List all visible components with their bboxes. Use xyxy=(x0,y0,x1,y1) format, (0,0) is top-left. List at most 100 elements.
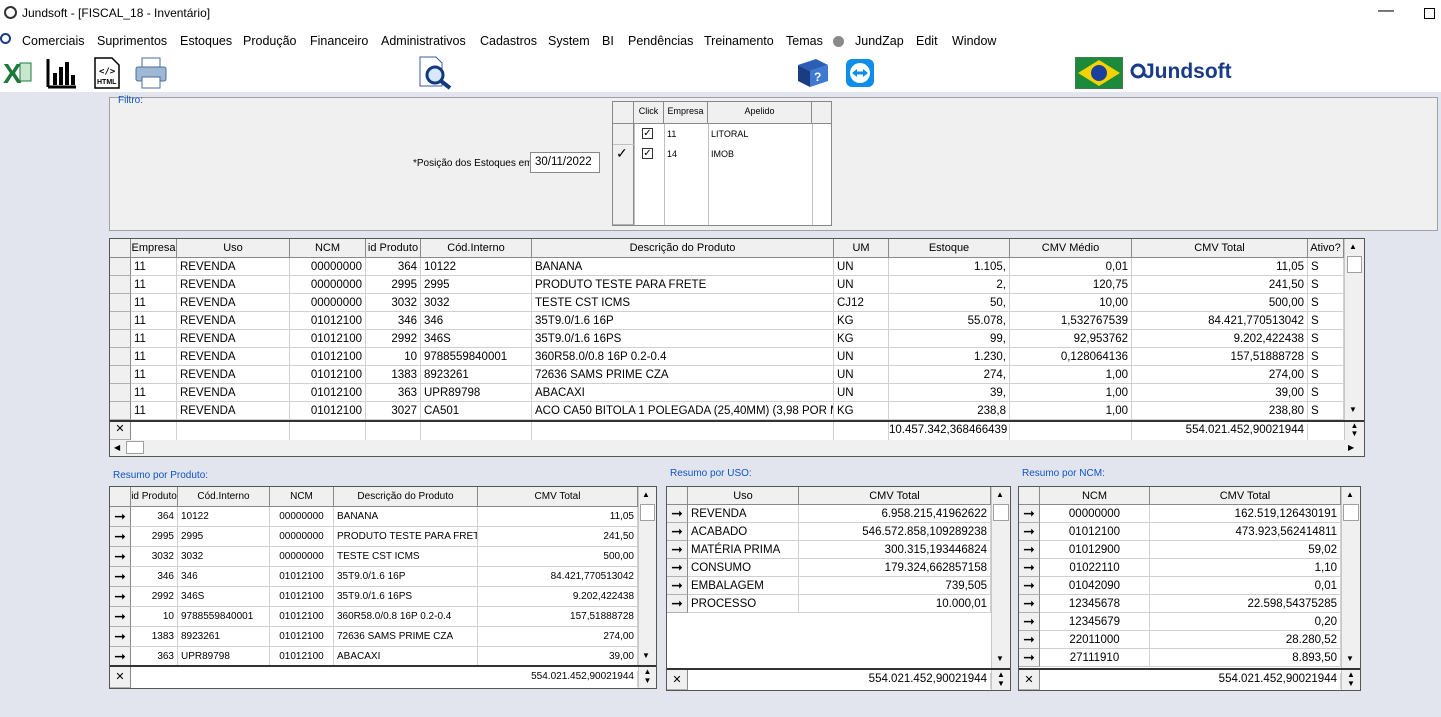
col-apelido[interactable]: Apelido xyxy=(708,102,812,124)
row-indicator[interactable] xyxy=(110,348,131,366)
table-row[interactable]: ➞ 364 10122 00000000 BANANA 11,05 xyxy=(110,507,638,527)
row-arrow-icon[interactable]: ➞ xyxy=(110,647,131,667)
row-indicator[interactable] xyxy=(110,402,131,420)
table-row[interactable]: ➞ 10 9788559840001 01012100 360R58.0/0.8 16P… xyxy=(110,607,638,627)
scroll-down-icon[interactable]: ▼ xyxy=(642,651,650,660)
scroll-up-icon[interactable]: ▲ xyxy=(1346,490,1354,499)
menu-cadastros[interactable]: Cadastros xyxy=(480,34,537,48)
footer-close-icon[interactable]: ✕ xyxy=(667,670,688,690)
col-id-produto[interactable]: id Produto xyxy=(131,487,178,507)
vertical-scrollbar[interactable]: ▲ ▼ xyxy=(991,487,1010,668)
row-arrow-icon[interactable]: ➞ xyxy=(1019,559,1040,577)
table-row[interactable]: ➞ EMBALAGEM 739,505 xyxy=(667,577,991,595)
scroll-left-icon[interactable]: ◀ xyxy=(114,443,120,452)
company-row[interactable]: ✓ 11 LITORAL xyxy=(635,124,812,144)
scroll-up-icon[interactable]: ▲ xyxy=(996,490,1004,499)
row-arrow-icon[interactable]: ➞ xyxy=(1019,541,1040,559)
col-ativo[interactable]: Ativo? xyxy=(1308,239,1344,258)
row-indicator[interactable] xyxy=(110,384,131,402)
html-export-icon[interactable]: </> HTML xyxy=(94,57,120,89)
row-arrow-icon[interactable]: ➞ xyxy=(1019,523,1040,541)
row-arrow-icon[interactable]: ➞ xyxy=(110,627,131,647)
table-row[interactable]: ➞ 00000000 162.519,126430191 xyxy=(1019,505,1341,523)
company-row[interactable]: ✓ 14 IMOB xyxy=(635,144,812,164)
col-cmv-medio[interactable]: CMV Médio xyxy=(1010,239,1132,258)
footer-close-icon[interactable]: ✕ xyxy=(110,667,131,688)
help-book-icon[interactable]: ? xyxy=(796,57,830,89)
maximize-button[interactable] xyxy=(1424,8,1435,19)
row-arrow-icon[interactable]: ➞ xyxy=(110,567,131,587)
scroll-thumb[interactable] xyxy=(1347,256,1362,273)
col-uso[interactable]: Uso xyxy=(177,239,290,258)
menu-producao[interactable]: Produção xyxy=(243,34,297,48)
row-arrow-icon[interactable]: ➞ xyxy=(110,527,131,547)
table-row[interactable]: ➞ MATÉRIA PRIMA 300.315,193446824 xyxy=(667,541,991,559)
menu-treinamento[interactable]: Treinamento xyxy=(704,34,774,48)
table-row[interactable]: ➞ 1383 8923261 01012100 72636 SAMS PRIME CZA… xyxy=(110,627,638,647)
row-arrow-icon[interactable]: ➞ xyxy=(110,587,131,607)
table-row[interactable]: ➞ 363 UPR89798 01012100 ABACAXI 39,00 xyxy=(110,647,638,667)
scroll-up-icon[interactable]: ▲ xyxy=(642,490,650,499)
vertical-scrollbar[interactable]: ▲ ▼ xyxy=(1344,239,1364,420)
menu-window[interactable]: Window xyxy=(952,34,996,48)
row-indicator[interactable] xyxy=(110,294,131,312)
row-arrow-icon[interactable]: ➞ xyxy=(110,507,131,527)
table-row[interactable]: ➞ PROCESSO 10.000,01 xyxy=(667,595,991,613)
row-arrow-icon[interactable]: ➞ xyxy=(1019,613,1040,631)
horizontal-scrollbar[interactable]: ◀ ▶ xyxy=(110,440,1364,456)
table-row[interactable]: ➞ 346 346 01012100 35T9.0/1.6 16P 84.421,7705… xyxy=(110,567,638,587)
chart-icon[interactable] xyxy=(45,57,77,89)
col-cod-interno[interactable]: Cód.Interno xyxy=(421,239,532,258)
menu-comerciais[interactable]: Comerciais xyxy=(22,34,85,48)
table-row[interactable]: ➞ ACABADO 546.572.858,109289238 xyxy=(667,523,991,541)
table-row[interactable]: ➞ 01022110 1,10 xyxy=(1019,559,1341,577)
table-row[interactable]: ➞ 01012900 59,02 xyxy=(1019,541,1341,559)
col-estoque[interactable]: Estoque xyxy=(889,239,1010,258)
table-row[interactable]: ➞ 12345678 22.598,54375285 xyxy=(1019,595,1341,613)
row-indicator[interactable] xyxy=(110,258,131,276)
col-ncm[interactable]: NCM xyxy=(270,487,334,507)
col-click[interactable]: Click xyxy=(634,102,664,124)
table-row[interactable]: ➞ REVENDA 6.958.215,41962622 xyxy=(667,505,991,523)
scroll-thumb[interactable] xyxy=(1343,504,1359,521)
table-row[interactable]: 11 REVENDA 01012100 2992 346S 35T9.0/1.6 16PS… xyxy=(110,330,1344,348)
table-row[interactable]: 11 REVENDA 01012100 346 346 35T9.0/1.6 16P KG 5… xyxy=(110,312,1344,330)
table-row[interactable]: 11 REVENDA 00000000 2995 2995 PRODUTO TESTE P… xyxy=(110,276,1344,294)
system-menu-icon[interactable] xyxy=(0,33,11,47)
row-arrow-icon[interactable]: ➞ xyxy=(1019,577,1040,595)
row-arrow-icon[interactable]: ➞ xyxy=(1019,595,1040,613)
menu-system[interactable]: System xyxy=(548,34,590,48)
col-uso[interactable]: Uso xyxy=(688,487,799,505)
row-indicator[interactable] xyxy=(110,330,131,348)
table-row[interactable]: ➞ 27111910 8.893,50 xyxy=(1019,649,1341,667)
col-empresa[interactable]: Empresa xyxy=(664,102,708,124)
table-row[interactable]: 11 REVENDA 00000000 3032 3032 TESTE CST ICMS C… xyxy=(110,294,1344,312)
scroll-up-icon[interactable]: ▲ xyxy=(1349,242,1357,251)
company-checkbox[interactable]: ✓ xyxy=(642,128,653,139)
vertical-scrollbar[interactable]: ▲ ▼ xyxy=(1341,487,1360,668)
search-document-icon[interactable] xyxy=(418,56,454,90)
print-icon[interactable] xyxy=(134,56,168,90)
col-ncm[interactable]: NCM xyxy=(290,239,366,258)
table-row[interactable]: ➞ 2995 2995 00000000 PRODUTO TESTE PARA FRET… xyxy=(110,527,638,547)
row-arrow-icon[interactable]: ➞ xyxy=(1019,505,1040,523)
col-cod-interno[interactable]: Cód.Interno xyxy=(178,487,270,507)
minimize-button[interactable]: — xyxy=(1378,2,1394,20)
row-indicator[interactable] xyxy=(110,312,131,330)
col-id-produto[interactable]: id Produto xyxy=(366,239,421,258)
menu-temas[interactable]: Temas xyxy=(786,34,823,48)
row-arrow-icon[interactable]: ➞ xyxy=(667,523,688,541)
scroll-down-icon[interactable]: ▼ xyxy=(1346,654,1354,663)
footer-spin-button[interactable]: ▲ ▼ xyxy=(1341,670,1360,690)
row-arrow-icon[interactable]: ➞ xyxy=(110,547,131,567)
menu-administrativos[interactable]: Administrativos xyxy=(381,34,466,48)
scroll-thumb[interactable] xyxy=(640,504,655,521)
col-descricao[interactable]: Descrição do Produto xyxy=(532,239,834,258)
row-indicator[interactable] xyxy=(110,276,131,294)
table-row[interactable]: ➞ 12345679 0,20 xyxy=(1019,613,1341,631)
scroll-down-icon[interactable]: ▼ xyxy=(1349,405,1357,414)
col-cmv-total[interactable]: CMV Total xyxy=(1132,239,1308,258)
footer-spin-button[interactable]: ▲ ▼ xyxy=(991,670,1010,690)
col-empresa[interactable]: Empresa xyxy=(131,239,177,258)
menu-estoques[interactable]: Estoques xyxy=(180,34,232,48)
